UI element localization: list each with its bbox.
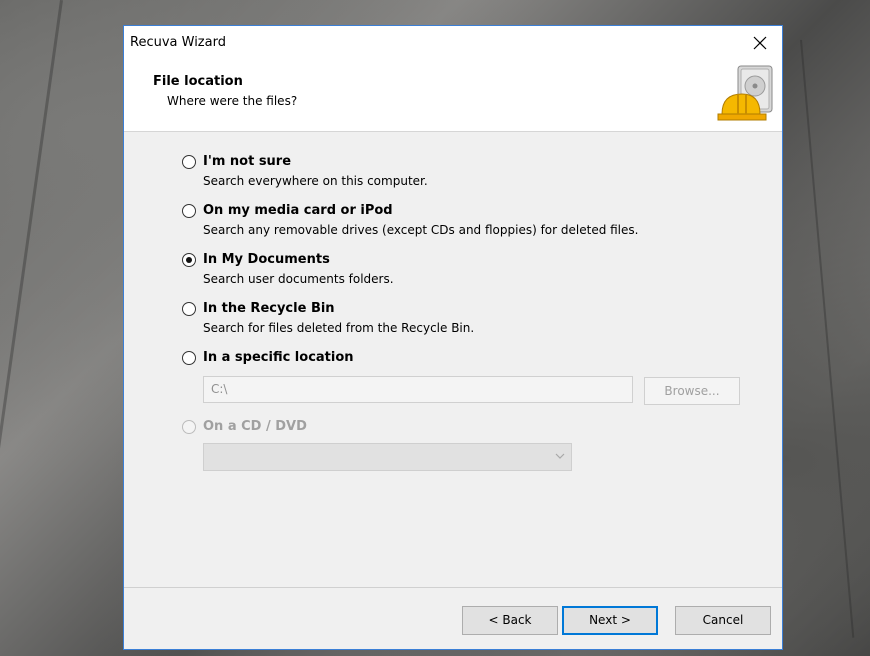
cancel-button[interactable]: Cancel: [675, 606, 771, 635]
radio-not-sure[interactable]: [182, 155, 196, 169]
location-path-input[interactable]: C:\: [203, 376, 633, 403]
hard-drive-with-helmet-icon: [717, 65, 773, 121]
recuva-wizard-window: Recuva Wizard File location Where were t…: [123, 25, 783, 650]
option-label: I'm not sure: [203, 154, 292, 169]
chevron-down-icon: [555, 453, 565, 459]
back-button[interactable]: < Back: [462, 606, 558, 635]
option-description: Search user documents folders.: [203, 272, 394, 286]
window-title: Recuva Wizard: [130, 35, 226, 50]
title-bar: Recuva Wizard: [124, 26, 782, 60]
option-label: In My Documents: [203, 252, 330, 267]
option-label: On a CD / DVD: [203, 419, 307, 434]
page-title: File location: [153, 74, 243, 89]
cd-dvd-drive-select[interactable]: [203, 443, 572, 471]
radio-specific-location[interactable]: [182, 351, 196, 365]
wizard-header: File location Where were the files?: [124, 60, 782, 132]
desktop-background: [800, 39, 855, 638]
page-subtitle: Where were the files?: [167, 94, 298, 108]
close-icon: [753, 36, 767, 50]
option-label: In a specific location: [203, 350, 354, 365]
footer-divider: [124, 587, 782, 588]
browse-button[interactable]: Browse...: [644, 377, 740, 405]
radio-recycle-bin[interactable]: [182, 302, 196, 316]
option-description: Search everywhere on this computer.: [203, 174, 428, 188]
option-description: Search for files deleted from the Recycl…: [203, 321, 475, 335]
option-label: In the Recycle Bin: [203, 301, 335, 316]
close-button[interactable]: [738, 26, 782, 60]
option-description: Search any removable drives (except CDs …: [203, 223, 639, 237]
radio-my-documents[interactable]: [182, 253, 196, 267]
option-label: On my media card or iPod: [203, 203, 393, 218]
desktop-background: [0, 0, 63, 651]
next-button[interactable]: Next >: [562, 606, 658, 635]
radio-cd-dvd[interactable]: [182, 420, 196, 434]
radio-media-card[interactable]: [182, 204, 196, 218]
